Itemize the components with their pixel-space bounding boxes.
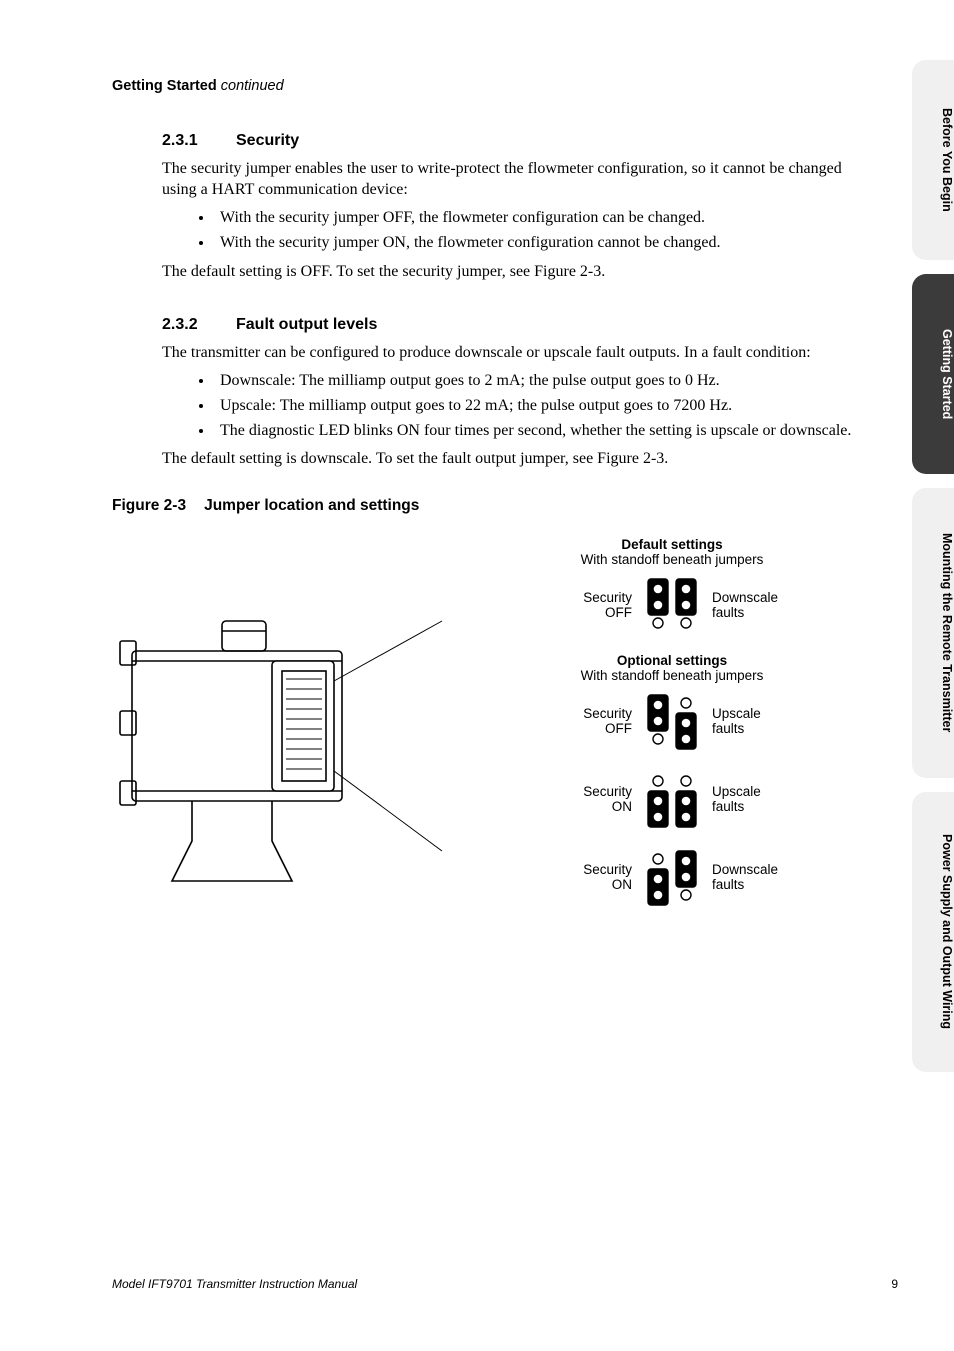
heading-num: 2.3.2 (162, 316, 236, 334)
optional-settings-sub: With standoff beneath jumpers (502, 668, 842, 683)
label-upscale: Upscalefaults (712, 706, 808, 737)
side-tabs: Before You Begin Getting Started Mountin… (912, 60, 954, 1072)
running-head-bold: Getting Started (112, 78, 217, 94)
jumper-icon (642, 691, 702, 751)
transmitter-icon (112, 581, 472, 911)
bullet-item: Downscale: The milliamp output goes to 2… (214, 369, 860, 392)
tab-getting-started[interactable]: Getting Started (912, 274, 954, 474)
para: The transmitter can be configured to pro… (162, 342, 860, 363)
bullet-item: The diagnostic LED blinks ON four times … (214, 419, 860, 442)
jumper-icon (642, 847, 702, 907)
default-settings-sub: With standoff beneath jumpers (502, 552, 842, 567)
bullet-item: Upscale: The milliamp output goes to 22 … (214, 394, 860, 417)
tab-power-supply[interactable]: Power Supply and Output Wiring (912, 792, 954, 1072)
label-security-on: SecurityON (536, 862, 632, 893)
figure-num: Figure 2-3 (112, 497, 186, 515)
running-head-italic: continued (217, 78, 284, 94)
bullet-item: With the security jumper ON, the flowmet… (214, 231, 860, 254)
label-security-on: SecurityON (536, 784, 632, 815)
figure-caption: Figure 2-3 Jumper location and settings (112, 497, 860, 515)
heading-fault-output: 2.3.2Fault output levels (162, 316, 860, 334)
jumper-icon (642, 575, 702, 635)
figure-area: Default settings With standoff beneath j… (112, 537, 860, 1007)
optional-settings-title: Optional settings (502, 653, 842, 668)
footer-left: Model IFT9701 Transmitter Instruction Ma… (112, 1277, 357, 1291)
label-security-off: SecurityOFF (536, 590, 632, 621)
default-settings-title: Default settings (502, 537, 842, 552)
bullet-list: With the security jumper OFF, the flowme… (214, 206, 860, 254)
jumper-row: SecurityON Downscalefaults (502, 847, 842, 907)
tab-before-you-begin[interactable]: Before You Begin (912, 60, 954, 260)
heading-num: 2.3.1 (162, 132, 236, 150)
heading-title: Security (236, 132, 299, 149)
jumper-icon (642, 769, 702, 829)
label-downscale: Downscalefaults (712, 862, 808, 893)
bullet-list: Downscale: The milliamp output goes to 2… (214, 369, 860, 443)
label-downscale: Downscalefaults (712, 590, 808, 621)
jumper-row: SecurityOFF Upscalefaults (502, 691, 842, 751)
figure-title: Jumper location and settings (204, 497, 419, 514)
page-number: 9 (891, 1277, 898, 1291)
label-security-off: SecurityOFF (536, 706, 632, 737)
heading-title: Fault output levels (236, 316, 377, 333)
jumper-row: SecurityOFF Downscalefaults (502, 575, 842, 635)
jumper-settings: Default settings With standoff beneath j… (502, 537, 842, 925)
tab-mounting-remote[interactable]: Mounting the Remote Transmitter (912, 488, 954, 778)
para: The default setting is OFF. To set the s… (162, 261, 860, 282)
page-footer: Model IFT9701 Transmitter Instruction Ma… (112, 1277, 898, 1291)
running-head: Getting Started continued (112, 78, 860, 94)
para: The default setting is downscale. To set… (162, 448, 860, 469)
para: The security jumper enables the user to … (162, 158, 860, 200)
heading-security: 2.3.1Security (162, 132, 860, 150)
bullet-item: With the security jumper OFF, the flowme… (214, 206, 860, 229)
label-upscale: Upscalefaults (712, 784, 808, 815)
device-illustration (112, 581, 472, 916)
jumper-row: SecurityON Upscalefaults (502, 769, 842, 829)
